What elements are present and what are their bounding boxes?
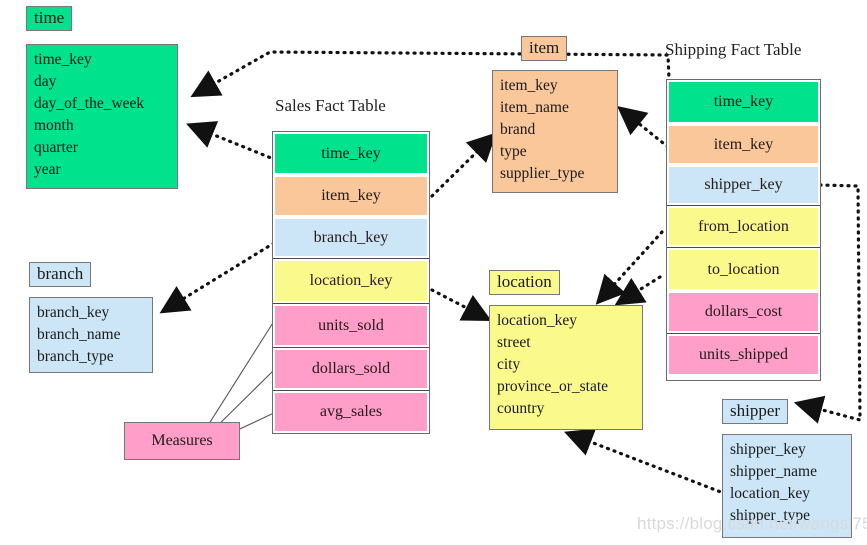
dimension-title-item: item: [529, 38, 560, 57]
fact-row-shipping-dollars-cost[interactable]: dollars_cost: [667, 291, 820, 333]
field-shipper-1: shipper_name: [730, 463, 817, 480]
field-location-0: location_key: [497, 312, 578, 329]
connector-sales-time: [186, 121, 278, 162]
dimension-header-location[interactable]: location: [489, 270, 560, 295]
dimension-header-item[interactable]: item: [521, 36, 568, 61]
connector-measure-units-sold: [198, 317, 277, 440]
fact-row-shipping-units-shipped[interactable]: units_shipped: [667, 333, 820, 376]
field-location-4: country: [497, 400, 545, 417]
fact-row-sales-branch-key[interactable]: branch_key: [273, 217, 429, 258]
fact-row-sales-avg-sales[interactable]: avg_sales: [273, 390, 429, 433]
field-location-2: city: [497, 356, 521, 373]
dimension-header-shipper[interactable]: shipper: [722, 399, 789, 424]
field-time-1: day: [34, 73, 57, 90]
fact-table-title-shipping: Shipping Fact Table: [665, 40, 802, 59]
field-item-1: item_name: [500, 99, 569, 116]
dimension-table-branch[interactable]: branch_key branch_name branch_type: [29, 297, 153, 373]
fact-row-shipping-from-location[interactable]: from_location: [667, 205, 820, 247]
fact-row-shipping-time-key[interactable]: time_key: [667, 80, 820, 124]
fact-row-label: units_shipped: [699, 346, 788, 363]
connector-shipping-to-location: [614, 275, 662, 306]
fact-row-label: shipper_key: [704, 176, 783, 193]
fact-row-label: time_key: [321, 144, 381, 162]
field-item-0: item_key: [500, 77, 558, 94]
fact-row-shipping-item-key[interactable]: item_key: [667, 124, 820, 165]
connector-sales-item: [430, 132, 497, 198]
field-shipper-0: shipper_key: [730, 441, 806, 458]
field-branch-1: branch_name: [37, 326, 121, 343]
field-location-1: street: [497, 334, 531, 351]
fact-row-label: dollars_sold: [311, 360, 391, 377]
field-branch-0: branch_key: [37, 304, 110, 321]
dimension-table-item[interactable]: item_key item_name brand type supplier_t…: [492, 70, 618, 193]
field-shipper-2: location_key: [730, 485, 811, 502]
fact-row-label: to_location: [707, 260, 780, 278]
connector-shipping-item: [617, 105, 670, 149]
dimension-table-time[interactable]: time_key day day_of_the_week month quart…: [26, 44, 178, 189]
field-time-2: day_of_the_week: [34, 95, 145, 112]
fact-table-title-sales: Sales Fact Table: [275, 96, 386, 115]
fact-row-sales-units-sold[interactable]: units_sold: [273, 303, 429, 347]
field-item-4: supplier_type: [500, 165, 585, 182]
fact-table-sales[interactable]: time_key item_key branch_key location_ke…: [272, 131, 430, 434]
connector-shipper-location: [564, 428, 728, 496]
fact-row-label: time_key: [713, 93, 774, 110]
dimension-header-branch[interactable]: branch: [29, 262, 92, 287]
fact-row-sales-item-key[interactable]: item_key: [273, 175, 429, 217]
field-time-5: year: [34, 161, 61, 178]
field-time-3: month: [34, 117, 74, 134]
fact-row-shipping-to-location[interactable]: to_location: [667, 247, 820, 291]
field-time-4: quarter: [34, 139, 78, 156]
fact-row-label: avg_sales: [319, 403, 383, 420]
fact-table-shipping[interactable]: time_key item_key shipper_key from_locat…: [666, 79, 821, 381]
dimension-title-shipper: shipper: [730, 401, 781, 420]
measures-label: Measures: [151, 432, 213, 449]
fact-row-label: from_location: [698, 217, 789, 235]
field-item-2: brand: [500, 121, 536, 138]
fact-row-sales-dollars-sold[interactable]: dollars_sold: [273, 347, 429, 390]
fact-row-shipping-shipper-key[interactable]: shipper_key: [667, 165, 820, 205]
dimension-table-location[interactable]: location_key street city province_or_sta…: [489, 305, 643, 430]
field-location-3: province_or_state: [497, 378, 609, 395]
field-time-0: time_key: [34, 51, 92, 68]
connector-sales-branch: [159, 241, 276, 314]
dimension-title-time: time: [34, 8, 65, 27]
fact-row-label: item_key: [321, 187, 381, 204]
fact-row-label: dollars_cost: [704, 303, 783, 320]
dimension-title-branch: branch: [37, 264, 84, 283]
fact-row-sales-location-key[interactable]: location_key: [273, 258, 429, 303]
dimension-title-location: location: [497, 272, 552, 291]
field-item-3: type: [500, 143, 527, 160]
connector-sales-location: [430, 288, 492, 321]
watermark-text: https://blog.csdn.net/wangsl754: [637, 514, 867, 533]
dimension-header-time[interactable]: time: [26, 6, 73, 31]
measures-callout[interactable]: Measures: [124, 422, 240, 460]
fact-row-label: item_key: [713, 135, 774, 153]
fact-row-label: branch_key: [313, 228, 389, 246]
fact-row-sales-time-key[interactable]: time_key: [273, 132, 429, 175]
schema-diagram-canvas: time time_key day day_of_the_week month …: [0, 0, 867, 545]
field-branch-2: branch_type: [37, 348, 114, 365]
connector-shipping-from-location: [595, 230, 664, 305]
fact-row-label: location_key: [309, 272, 393, 289]
fact-row-label: units_sold: [318, 316, 384, 334]
